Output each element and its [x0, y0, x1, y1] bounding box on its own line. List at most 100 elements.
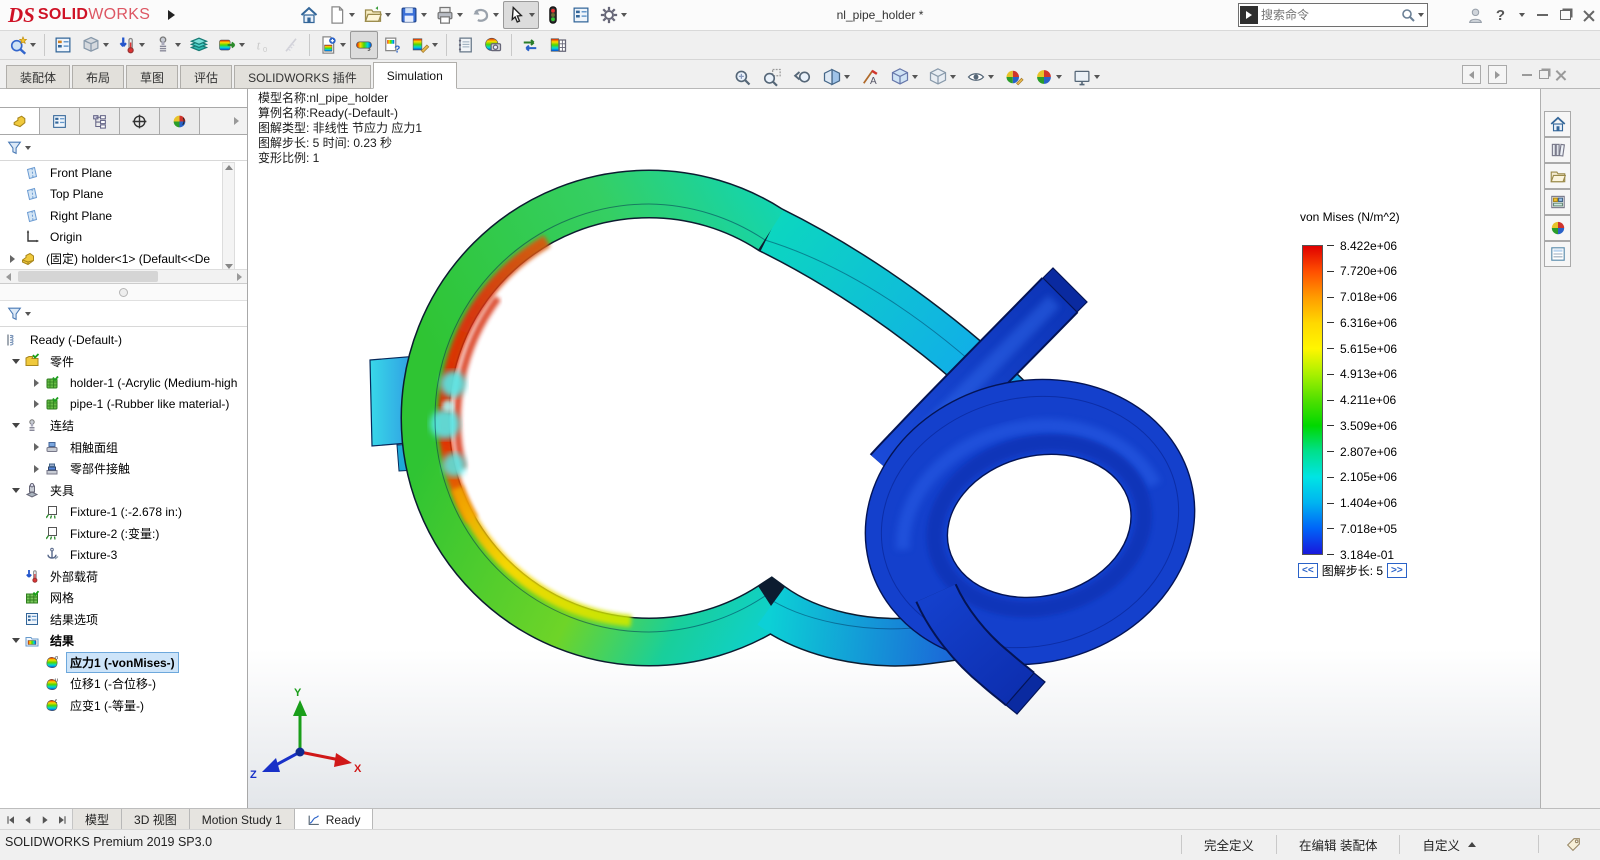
doc-minimize-button[interactable]: [1522, 74, 1532, 76]
file-explorer-button[interactable]: [1544, 163, 1571, 189]
compare-results-button[interactable]: ?: [378, 31, 406, 59]
tree-item[interactable]: pipe-1 (-Rubber like material-): [0, 394, 247, 416]
edit-appearance-button[interactable]: [1000, 63, 1028, 91]
nav-next-button[interactable]: [36, 811, 53, 828]
zoom-fit-button[interactable]: [728, 63, 756, 91]
dropdown-arrow-icon[interactable]: [432, 43, 438, 47]
shell-manager-button[interactable]: [185, 31, 213, 59]
tree-item[interactable]: holder-1 (-Acrylic (Medium-high: [0, 372, 247, 394]
command-search[interactable]: [1238, 3, 1428, 27]
open-button[interactable]: [359, 1, 395, 29]
bottom-tab-Motion Study 1[interactable]: Motion Study 1: [190, 809, 295, 830]
configuration-manager-tab[interactable]: [80, 108, 120, 134]
tab-布局[interactable]: 布局: [72, 65, 124, 89]
tree-item[interactable]: (固定) holder<1> (Default<<De: [0, 248, 247, 269]
tree-item[interactable]: Fixture-2 (:变量:): [0, 523, 247, 545]
run-study-button[interactable]: [213, 31, 249, 59]
result-table-button[interactable]: [544, 31, 572, 59]
bottom-tab-Ready[interactable]: Ready: [295, 809, 374, 830]
dropdown-arrow-icon[interactable]: [493, 13, 499, 17]
tab-SOLIDWORKS 插件[interactable]: SOLIDWORKS 插件: [234, 65, 371, 89]
search-icon[interactable]: [1400, 7, 1416, 23]
tree-item[interactable]: Ready (-Default-): [0, 329, 247, 351]
dropdown-arrow-icon[interactable]: [421, 13, 427, 17]
custom-status[interactable]: 自定义: [1399, 835, 1498, 854]
dropdown-arrow-icon[interactable]: [139, 43, 145, 47]
window-close-button[interactable]: [1583, 10, 1594, 21]
dropdown-arrow-icon[interactable]: [175, 43, 181, 47]
appearances-button[interactable]: [1544, 215, 1571, 241]
dropdown-arrow-icon[interactable]: [1094, 75, 1100, 79]
design-library-button[interactable]: [1544, 137, 1571, 163]
help-dropdown-icon[interactable]: [1519, 13, 1525, 17]
tree-item[interactable]: 外部载荷: [0, 566, 247, 588]
tree-item[interactable]: Front Plane: [0, 162, 247, 184]
help-button[interactable]: ?: [1496, 7, 1505, 24]
capture-image-button[interactable]: [479, 31, 507, 59]
tree-item[interactable]: 零部件接触: [0, 458, 247, 480]
filter-dropdown-icon[interactable]: [25, 146, 31, 150]
filter-dropdown-icon[interactable]: [25, 312, 31, 316]
collapse-right-pane-button[interactable]: [1488, 65, 1507, 84]
step-next-button[interactable]: >>: [1387, 563, 1407, 578]
feature-tree-hscrollbar[interactable]: [0, 269, 247, 284]
tab-评估[interactable]: 评估: [180, 65, 232, 89]
view-palette-button[interactable]: [1544, 189, 1571, 215]
search-scope-icon[interactable]: [1240, 6, 1258, 24]
loads-advisor-button[interactable]: [113, 31, 149, 59]
undo-button[interactable]: [467, 1, 503, 29]
hscroll-thumb[interactable]: [18, 271, 158, 282]
search-input[interactable]: [1259, 7, 1400, 23]
dropdown-arrow-icon[interactable]: [912, 75, 918, 79]
filter-funnel-icon[interactable]: [6, 305, 23, 322]
window-minimize-button[interactable]: [1537, 14, 1548, 16]
filter-funnel-icon[interactable]: [6, 139, 23, 156]
annotations-button[interactable]: A: [856, 63, 884, 91]
dropdown-arrow-icon[interactable]: [385, 13, 391, 17]
graphics-viewport[interactable]: 模型名称:nl_pipe_holder 算例名称:Ready(-Default-…: [248, 88, 1540, 808]
tree-item[interactable]: 零件: [0, 351, 247, 373]
settings-gear-button[interactable]: [595, 1, 631, 29]
view-orientation-button[interactable]: [886, 63, 922, 91]
nav-prev-button[interactable]: [19, 811, 36, 828]
dimxpert-tab[interactable]: [120, 108, 160, 134]
feature-tree-vscrollbar[interactable]: [222, 162, 235, 272]
save-button[interactable]: [395, 1, 431, 29]
apply-material-button[interactable]: [77, 31, 113, 59]
logo-flyout-arrow-icon[interactable]: [168, 10, 175, 20]
tree-item[interactable]: 结果选项: [0, 609, 247, 631]
tree-item[interactable]: 网格: [0, 587, 247, 609]
dropdown-arrow-icon[interactable]: [30, 43, 36, 47]
offloaded-simulation-button[interactable]: [516, 31, 544, 59]
tree-item[interactable]: 相触面组: [0, 437, 247, 459]
dropdown-arrow-icon[interactable]: [103, 43, 109, 47]
collapse-left-pane-button[interactable]: [1462, 65, 1481, 84]
study-advisor-button[interactable]: [4, 31, 40, 59]
tree-item[interactable]: σ应力1 (-vonMises-): [0, 652, 247, 674]
bottom-tab-3D 视图[interactable]: 3D 视图: [122, 809, 190, 830]
tree-item[interactable]: 结果: [0, 630, 247, 652]
tag-icon[interactable]: [1538, 835, 1582, 853]
options-list-button[interactable]: [567, 1, 595, 29]
search-dropdown-icon[interactable]: [1418, 13, 1424, 17]
panel-splitter[interactable]: [0, 284, 247, 301]
tree-item[interactable]: Origin: [0, 227, 247, 249]
tab-Simulation[interactable]: Simulation: [373, 62, 457, 89]
print-button[interactable]: [431, 1, 467, 29]
report-button[interactable]: [451, 31, 479, 59]
tree-item[interactable]: 夹具: [0, 480, 247, 502]
property-manager-tab[interactable]: [40, 108, 80, 134]
new-document-button[interactable]: [323, 1, 359, 29]
user-icon[interactable]: [1467, 7, 1484, 24]
step-prev-button[interactable]: <<: [1298, 563, 1318, 578]
tree-item[interactable]: Fixture-1 (:-2.678 in:): [0, 501, 247, 523]
section-view-button[interactable]: [818, 63, 854, 91]
new-study-button[interactable]: [49, 31, 77, 59]
dropdown-arrow-icon[interactable]: [621, 13, 627, 17]
connections-advisor-button[interactable]: [149, 31, 185, 59]
home-taskpane-button[interactable]: [1544, 111, 1571, 137]
view-settings-button[interactable]: [1068, 63, 1104, 91]
results-advisor-button[interactable]: [314, 31, 350, 59]
tab-装配体[interactable]: 装配体: [6, 65, 70, 89]
dropdown-arrow-icon[interactable]: [457, 13, 463, 17]
